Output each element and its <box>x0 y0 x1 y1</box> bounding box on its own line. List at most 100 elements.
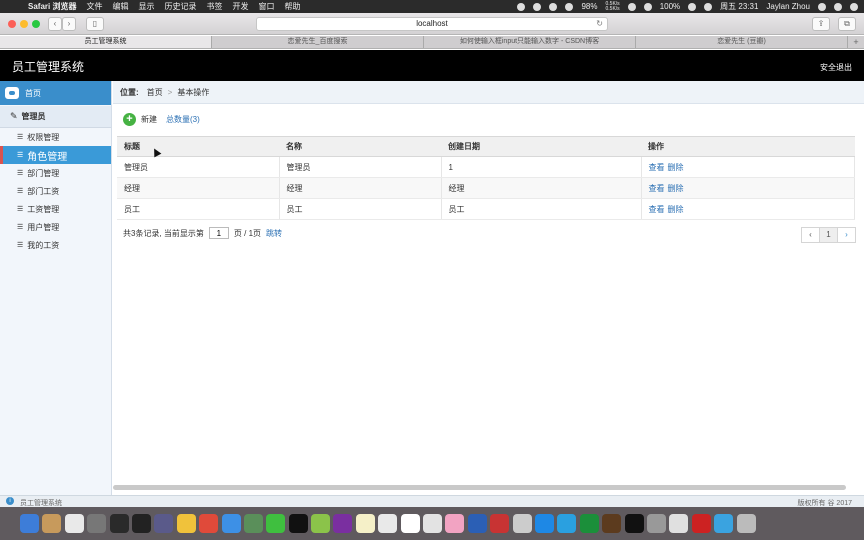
tab-baidu-search[interactable]: 恋爱先生_百度搜索 <box>212 36 424 48</box>
tab-employee-system[interactable]: 员工管理系统 <box>0 36 212 48</box>
dock-app-icon[interactable] <box>109 514 129 533</box>
horizontal-scrollbar[interactable] <box>113 485 846 490</box>
sidebar-toggle-icon[interactable]: ▯ <box>86 17 104 31</box>
dock-app-icon[interactable] <box>646 514 666 533</box>
delete-link[interactable]: 删除 <box>668 205 684 214</box>
sidebar-item-dept-salary[interactable]: ☰ 部门工资 <box>0 182 111 200</box>
sidebar-item-salary[interactable]: ☰ 工资管理 <box>0 200 111 218</box>
bluetooth-icon[interactable] <box>627 2 636 11</box>
sidebar-group-admin[interactable]: ✎ 管理员 <box>0 106 111 128</box>
dock-app-icon[interactable] <box>378 514 398 533</box>
dock-app-icon[interactable] <box>490 514 510 533</box>
dock-app-icon[interactable] <box>176 514 196 533</box>
view-link[interactable]: 查看 <box>649 184 665 193</box>
share-icon[interactable]: ⇪ <box>812 17 830 31</box>
app-menu[interactable]: Safari 浏览器 <box>28 1 76 12</box>
view-link[interactable]: 查看 <box>649 205 665 214</box>
sidebar-item-my-salary[interactable]: ☰ 我的工资 <box>0 236 111 254</box>
dock-app-icon[interactable] <box>288 514 308 533</box>
zoom-window-button[interactable] <box>32 20 40 28</box>
reload-icon[interactable]: ↻ <box>596 18 603 30</box>
clock[interactable]: 周五 23:31 <box>720 1 758 12</box>
cell-title: 员工 <box>117 198 280 220</box>
new-button[interactable]: 新建 <box>141 114 157 125</box>
dock-app-icon[interactable] <box>400 514 420 533</box>
menu-help[interactable]: 帮助 <box>284 1 300 12</box>
forward-button[interactable]: › <box>62 17 76 31</box>
table-row: 管理员 管理员 1 查看 删除 <box>117 156 855 178</box>
next-page-button[interactable]: › <box>837 227 856 243</box>
dock-app-icon[interactable] <box>20 514 39 533</box>
spotlight-icon[interactable] <box>818 2 826 11</box>
sidebar-home[interactable]: 首页 <box>0 81 111 105</box>
dock-app-icon[interactable] <box>467 514 487 533</box>
dock-app-icon[interactable] <box>42 514 62 533</box>
dock-app-icon[interactable] <box>512 514 532 533</box>
breadcrumb-home[interactable]: 首页 <box>147 87 163 98</box>
sidebar-item-permissions[interactable]: ☰ 权限管理 <box>0 128 111 146</box>
delete-link[interactable]: 删除 <box>668 184 684 193</box>
dock-app-icon[interactable] <box>423 514 443 533</box>
dock-app-icon[interactable] <box>445 514 465 533</box>
jump-button[interactable]: 跳转 <box>266 228 282 239</box>
qq-icon[interactable] <box>565 2 574 11</box>
back-button[interactable]: ‹ <box>48 17 62 31</box>
notification-icon[interactable] <box>533 2 542 11</box>
dock-app-icon[interactable] <box>602 514 622 533</box>
dock-app-icon[interactable] <box>266 514 286 533</box>
tab-douban[interactable]: 恋爱先生 (豆瓣) <box>636 36 848 48</box>
menu-view[interactable]: 显示 <box>138 1 154 12</box>
dock-app-icon[interactable] <box>87 514 107 533</box>
delete-link[interactable]: 删除 <box>668 163 684 172</box>
address-bar[interactable]: localhost ↻ <box>256 17 608 31</box>
dock-app-icon[interactable] <box>199 514 219 533</box>
siri-icon[interactable] <box>834 2 842 11</box>
prev-page-button[interactable]: ‹ <box>801 227 820 243</box>
total-count[interactable]: 总数量(3) <box>166 114 200 125</box>
page-number-input[interactable] <box>208 227 229 239</box>
dock-app-icon[interactable] <box>534 514 554 533</box>
view-link[interactable]: 查看 <box>649 163 665 172</box>
input-method-icon[interactable] <box>704 2 713 11</box>
menu-history[interactable]: 历史记录 <box>164 1 196 12</box>
dock-app-icon[interactable] <box>624 514 644 533</box>
sidebar-item-users[interactable]: ☰ 用户管理 <box>0 218 111 236</box>
menu-bookmarks[interactable]: 书签 <box>206 1 222 12</box>
dock-app-icon[interactable] <box>333 514 353 533</box>
dock-app-icon[interactable] <box>557 514 577 533</box>
column-header-name: 名称 <box>279 136 441 157</box>
sidebar-item-roles[interactable]: ☰ 角色管理 <box>0 146 111 164</box>
page-button-current[interactable]: 1 <box>819 227 838 243</box>
dock-app-icon[interactable] <box>736 514 756 533</box>
menu-window[interactable]: 窗口 <box>258 1 274 12</box>
wifi-icon[interactable] <box>643 2 652 11</box>
battery-icon[interactable] <box>688 2 697 11</box>
logout-link[interactable]: 安全退出 <box>820 62 852 73</box>
show-tabs-icon[interactable]: ⧉ <box>838 17 856 31</box>
add-icon[interactable]: + <box>123 112 136 126</box>
notification-center-icon[interactable] <box>850 2 858 11</box>
menu-file[interactable]: 文件 <box>86 1 102 12</box>
menu-develop[interactable]: 开发 <box>232 1 248 12</box>
dock-app-icon[interactable] <box>154 514 174 533</box>
user-name[interactable]: Jaylan Zhou <box>766 2 810 11</box>
tab-csdn[interactable]: 如何使输入框input只能输入数字 - CSDN博客 <box>424 36 636 48</box>
dock-app-icon[interactable] <box>355 514 375 533</box>
dock-app-icon[interactable] <box>131 514 151 533</box>
new-tab-button[interactable]: + <box>848 36 864 48</box>
dock-app-icon[interactable] <box>669 514 689 533</box>
sidebar-item-departments[interactable]: ☰ 部门管理 <box>0 164 111 182</box>
menu-edit[interactable]: 编辑 <box>112 1 128 12</box>
record-icon[interactable] <box>517 2 526 11</box>
dock-app-icon[interactable] <box>243 514 263 533</box>
wechat-icon[interactable] <box>549 2 558 11</box>
dock-app-icon[interactable] <box>221 514 241 533</box>
dock-app-icon[interactable] <box>714 514 734 533</box>
cell-title: 经理 <box>117 177 280 199</box>
dock-app-icon[interactable] <box>311 514 331 533</box>
dock-app-icon[interactable] <box>691 514 711 533</box>
minimize-window-button[interactable] <box>20 20 28 28</box>
close-window-button[interactable] <box>8 20 16 28</box>
dock-app-icon[interactable] <box>579 514 599 533</box>
dock-app-icon[interactable] <box>64 514 84 533</box>
